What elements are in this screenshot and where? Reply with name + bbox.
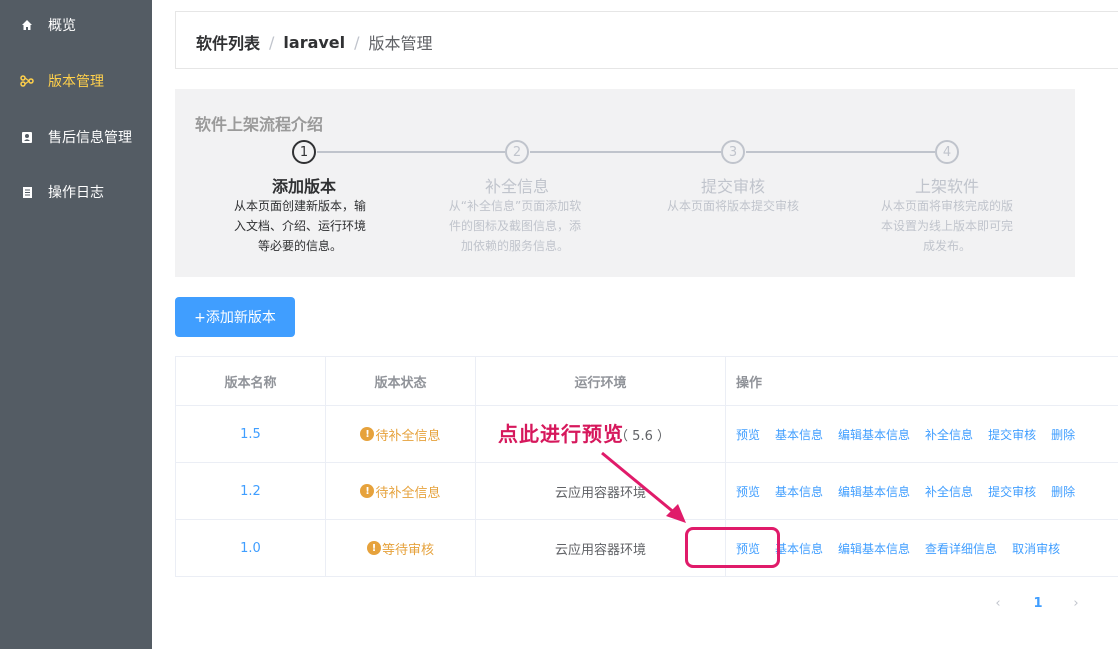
step-3-desc: 从本页面将版本提交审核 [667,199,800,213]
cancel-review-link[interactable]: 取消审核 [1012,540,1060,557]
sidebar-item-operation-log[interactable]: 操作日志 [0,172,152,212]
complete-info-link[interactable]: 补全信息 [925,426,973,443]
row-actions: 预览 基本信息 编辑基本信息 补全信息 提交审核 删除 [726,406,1118,462]
sidebar-item-label: 售后信息管理 [48,130,132,146]
version-status: ! 等待审核 [326,520,476,576]
sidebar-item-version-management[interactable]: 版本管理 [0,61,152,101]
steps-title: 软件上架流程介绍 [195,115,324,134]
row-actions: 预览 基本信息 编辑基本信息 补全信息 提交审核 删除 [726,463,1118,519]
add-version-button[interactable]: +添加新版本 [175,297,295,337]
version-name: 1.0 [176,520,326,576]
step-1-circle: 1 [292,140,316,164]
annotation-arrow-icon [601,451,686,523]
breadcrumb-software-list[interactable]: 软件列表 [196,30,260,54]
step-connector [317,151,505,153]
row-actions: 预览 基本信息 编辑基本信息 查看详细信息 取消审核 [726,520,1118,576]
version-status: ! 待补全信息 [326,463,476,519]
header-version-status: 版本状态 [326,357,476,405]
step-1-desc: 从本页面创建新版本，输入文档、介绍、运行环境等必要的信息。 [234,199,367,253]
header-runtime-env: 运行环境 [476,357,726,405]
breadcrumb: 软件列表 / laravel / 版本管理 [196,30,433,54]
warning-icon: ! [360,427,375,441]
sidebar-item-after-sales[interactable]: 售后信息管理 [0,117,152,157]
view-details-link[interactable]: 查看详细信息 [925,540,997,557]
step-2-desc: 从“补全信息”页面添加软件的图标及截图信息，添加依赖的服务信息。 [448,199,582,253]
process-steps-panel: 软件上架流程介绍 1 2 3 4 添加版本 补全信息 提交审核 上架软件 从本页… [175,89,1075,277]
delete-link[interactable]: 删除 [1051,483,1075,500]
breadcrumb-app[interactable]: laravel [283,33,345,52]
header-actions: 操作 [736,375,763,391]
version-icon [20,74,34,88]
header-card: 软件列表 / laravel / 版本管理 [175,11,1118,69]
header-version-name: 版本名称 [176,357,326,405]
annotation-text: 点此进行预览 [498,422,624,446]
step-4-desc: 从本页面将审核完成的版本设置为线上版本即可完成发布。 [881,199,1014,253]
step-4-title: 上架软件 [914,177,979,196]
step-2-title: 补全信息 [484,177,549,196]
sidebar-item-label: 版本管理 [48,74,104,90]
submit-review-link[interactable]: 提交审核 [988,426,1036,443]
step-connector [530,151,721,153]
annotation-highlight-box [685,527,780,568]
step-2-circle: 2 [505,140,529,164]
pagination-page-1[interactable]: 1 [1028,592,1048,614]
complete-info-link[interactable]: 补全信息 [925,483,973,500]
sidebar-item-label: 概览 [48,18,76,34]
table-header-row: 版本名称 版本状态 运行环境 操作 [176,357,1118,406]
breadcrumb-separator: / [354,32,360,52]
delete-link[interactable]: 删除 [1051,426,1075,443]
table-row: 1.0 ! 等待审核 云应用容器环境 预览 基本信息 编辑基本信息 查看详细信息 … [176,520,1118,577]
sidebar-item-label: 操作日志 [48,185,104,201]
step-connector [746,151,935,153]
pagination-prev-icon[interactable]: ‹ [990,592,1006,614]
warning-icon: ! [366,541,381,555]
edit-basic-info-link[interactable]: 编辑基本信息 [838,540,910,557]
step-4-circle: 4 [935,140,959,164]
step-3-circle: 3 [721,140,745,164]
warning-icon: ! [360,484,375,498]
step-3-title: 提交审核 [700,177,765,196]
version-status: ! 待补全信息 [326,406,476,462]
log-icon [20,185,34,199]
sidebar-item-overview[interactable]: 概览 [0,5,152,45]
breadcrumb-current: 版本管理 [368,34,433,53]
home-icon [20,18,34,32]
basic-info-link[interactable]: 基本信息 [775,483,823,500]
step-1-title: 添加版本 [271,177,336,196]
pagination-next-icon[interactable]: › [1068,592,1084,614]
edit-basic-info-link[interactable]: 编辑基本信息 [838,483,910,500]
basic-info-link[interactable]: 基本信息 [775,426,823,443]
version-name: 1.5 [176,406,326,462]
version-name: 1.2 [176,463,326,519]
sidebar: 概览 版本管理 售后信息管理 操作日志 [0,0,152,649]
submit-review-link[interactable]: 提交审核 [988,483,1036,500]
preview-link[interactable]: 预览 [736,483,760,500]
breadcrumb-separator: / [269,32,275,52]
contact-card-icon [20,130,34,144]
basic-info-link[interactable]: 基本信息 [775,540,823,557]
preview-link[interactable]: 预览 [736,426,760,443]
edit-basic-info-link[interactable]: 编辑基本信息 [838,426,910,443]
